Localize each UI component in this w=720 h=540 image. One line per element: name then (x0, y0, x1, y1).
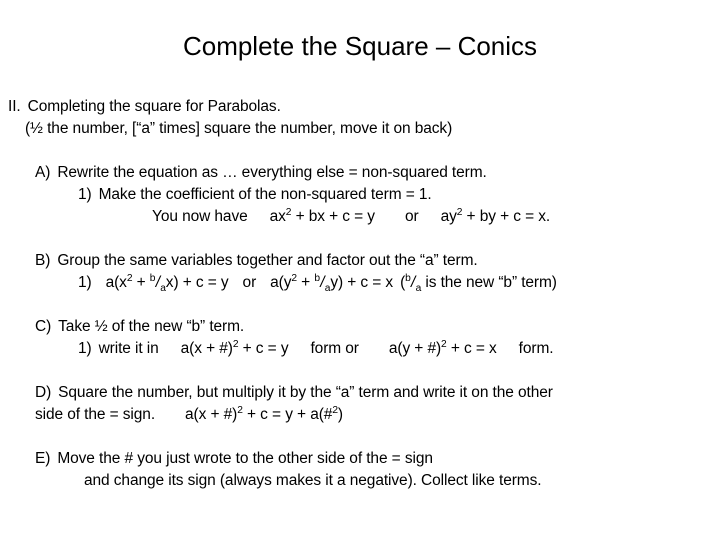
eqb-left-pre: a(x (105, 274, 127, 291)
eqd-post: ) (337, 406, 343, 423)
item-b-note: (b/a is the new “b” term) (400, 272, 557, 294)
eq2-post: + by + c = x. (462, 208, 551, 225)
eqb-left-tail: x) + c = y (165, 274, 229, 291)
item-c-equation-left: a(x + #)2 + c = y (180, 339, 289, 357)
item-c-equation-right: a(y + #)2 + c = x (388, 339, 497, 357)
item-e-line-2: and change its sign (always makes it a n… (0, 470, 720, 492)
item-a-equation-1: ax2 + bx + c = y (269, 207, 375, 225)
eqc-left-pre: a(x + #) (180, 340, 233, 357)
item-a-line: A) Rewrite the equation as … everything e… (0, 162, 720, 184)
item-a-equation-lead: You now have (152, 208, 248, 225)
item-c-label: C) (35, 318, 52, 335)
item-c-line: C) Take ½ of the new “b” term. (0, 316, 720, 338)
item-d-line-2: side of the = sign. a(x + #)2 + c = y + a… (0, 404, 720, 426)
item-b-equation-left: a(x2 + b/ax) + c = y (105, 272, 229, 294)
item-d-text-line1: Square the number, but multiply it by th… (58, 384, 553, 401)
eq2-pre: ay (440, 208, 457, 225)
item-a-sub-text: Make the coefficient of the non-squared … (98, 186, 432, 203)
fraction-b-over-a: b/a (150, 272, 166, 294)
section-heading-line: II. Completing the square for Parabolas. (0, 96, 720, 118)
item-b-label: B) (35, 252, 51, 269)
item-a-equation-2: ay2 + by + c = x. (440, 207, 551, 225)
item-e-label: E) (35, 450, 51, 467)
eq1-post: + bx + c = y (291, 208, 375, 225)
eqc-right-pre: a(y + #) (388, 340, 442, 357)
eqc-right-post: + c = x (446, 340, 497, 357)
eqb-left-plus: + (132, 274, 150, 291)
item-b-sub-label: 1) (78, 274, 92, 291)
item-a-label: A) (35, 164, 51, 181)
section-subnote: (½ the number, [“a” times] square the nu… (25, 120, 453, 137)
item-b-text: Group the same variables together and fa… (57, 252, 478, 269)
slide-canvas: Complete the Square – Conics II. Completi… (0, 0, 720, 540)
note-text: is the new “b” term) (421, 274, 557, 291)
eq1-pre: ax (269, 208, 286, 225)
item-a-sub-label: 1) (78, 186, 92, 203)
slide-title: Complete the Square – Conics (182, 31, 538, 61)
item-d-label: D) (35, 384, 52, 401)
item-c-form-trailer: form. (518, 340, 554, 357)
item-a-equation-connector: or (404, 208, 419, 225)
fraction-b-over-a: b/a (314, 272, 330, 294)
item-e-text-line1: Move the # you just wrote to the other s… (57, 450, 433, 467)
item-a-text: Rewrite the equation as … everything els… (57, 164, 487, 181)
item-b-equation-connector: or (242, 274, 257, 291)
section-heading-text: Completing the square for Parabolas. (27, 98, 281, 115)
item-b-line: B) Group the same variables together and … (0, 250, 720, 272)
item-c-text: Take ½ of the new “b” term. (58, 318, 245, 335)
item-d-text-line2: side of the = sign. (35, 406, 156, 423)
item-c-sub-line: 1) write it in a(x + #)2 + c = y form or a(y… (0, 338, 720, 360)
eqb-right-pre: a(y (270, 274, 292, 291)
eqb-right-plus: + (296, 274, 315, 291)
item-a-sub-line: 1) Make the coefficient of the non-square… (0, 184, 720, 206)
section-number: II. (8, 98, 21, 115)
eqc-left-post: + c = y (238, 340, 289, 357)
item-b-sub-line: 1) a(x2 + b/ax) + c = y or a(y2 + b/ay) + c… (0, 272, 720, 294)
item-a-equation-line: You now have ax2 + bx + c = y or ay2 + by +… (0, 206, 720, 228)
eqb-right-tail: y) + c = x (330, 274, 394, 291)
item-c-sub-label: 1) (78, 340, 92, 357)
eqd-mid: + c = y + a(# (242, 406, 333, 423)
item-c-form-connector: form or (310, 340, 359, 357)
item-d-equation: a(x + #)2 + c = y + a(#2) (185, 405, 343, 423)
item-d-line-1: D) Square the number, but multiply it by … (0, 382, 720, 404)
eqd-pre: a(x + #) (185, 406, 238, 423)
slide-body: II. Completing the square for Parabolas. … (0, 96, 720, 492)
item-e-text-line2: and change its sign (always makes it a n… (84, 472, 542, 489)
fraction-b-over-a: b/a (405, 272, 421, 294)
fraction-numerator: b (405, 272, 411, 284)
item-c-sub-text: write it in (98, 340, 159, 357)
item-e-line-1: E) Move the # you just wrote to the other… (0, 448, 720, 470)
item-b-equation-right: a(y2 + b/ay) + c = x (270, 272, 394, 294)
